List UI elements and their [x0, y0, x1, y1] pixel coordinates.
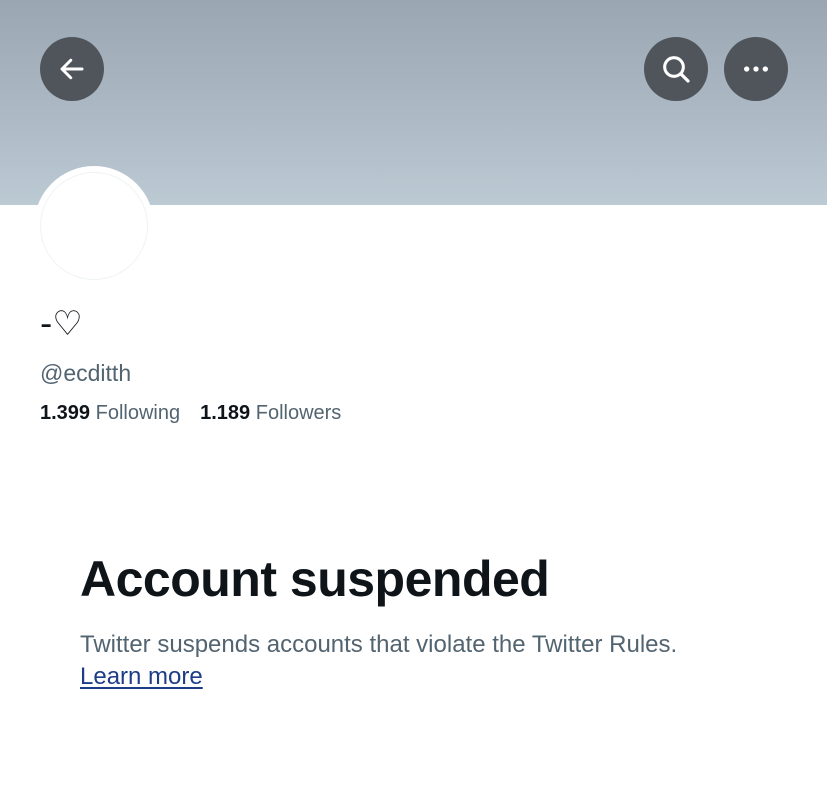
- suspension-message-block: Twitter suspends accounts that violate t…: [80, 629, 780, 693]
- following-label: Following: [95, 402, 181, 424]
- search-button[interactable]: [644, 37, 708, 101]
- avatar[interactable]: [34, 166, 154, 286]
- more-horizontal-icon: [744, 66, 768, 72]
- suspension-title: Account suspended: [80, 551, 550, 607]
- arrow-left-icon: [60, 58, 84, 80]
- search-icon: [663, 56, 690, 83]
- learn-more-link[interactable]: Learn more: [80, 661, 203, 693]
- display-name: -♡: [40, 304, 83, 344]
- following-count: 1.399: [40, 402, 91, 424]
- followers-label: Followers: [255, 402, 342, 424]
- followers-count: 1.189: [200, 402, 251, 424]
- avatar-image: [40, 172, 148, 280]
- suspension-message: Twitter suspends accounts that violate t…: [80, 631, 678, 658]
- back-button[interactable]: [40, 37, 104, 101]
- followers-link[interactable]: 1.189 Followers: [200, 402, 341, 424]
- username-handle: @ecditth: [40, 360, 132, 386]
- following-link[interactable]: 1.399 Following: [40, 402, 180, 424]
- more-options-button[interactable]: [724, 37, 788, 101]
- follow-stats: 1.399 Following 1.189 Followers: [40, 400, 341, 426]
